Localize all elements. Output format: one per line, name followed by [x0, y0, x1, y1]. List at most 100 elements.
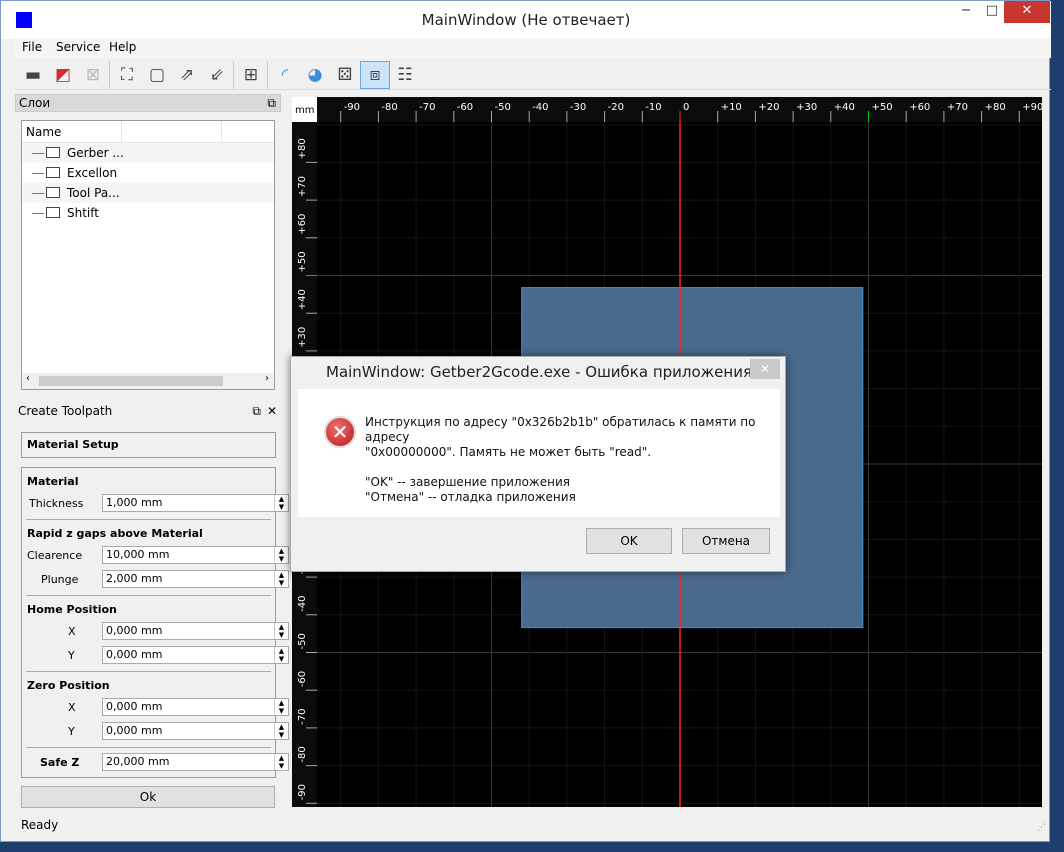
close-button[interactable]: ✕	[1004, 1, 1050, 23]
plunge-label: Plunge	[41, 573, 79, 586]
x-tick-label: +10	[721, 102, 742, 113]
toolpath-form: Material Thickness 1,000 mm ▲ ▼ Rapid z ga…	[21, 467, 289, 778]
x-tick-label: +30	[796, 102, 817, 113]
3d-view-button[interactable]: ⧈	[360, 61, 390, 89]
x-tick-label: -90	[344, 102, 360, 113]
properties-icon: ☷	[397, 65, 413, 85]
home-heading: Home Position	[27, 603, 117, 616]
zoom-fit-icon: ⛶	[121, 65, 133, 85]
drill-button[interactable]: ⚄	[330, 61, 360, 89]
x-tick-label: -60	[457, 102, 473, 113]
y-tick-label: +60	[297, 214, 308, 235]
tree-item-label: Shtift	[67, 206, 99, 220]
y-tick-label: -60	[297, 671, 308, 687]
zoom-all-icon: ▢	[148, 65, 166, 85]
y-tick-label: +80	[297, 138, 308, 159]
safez-input[interactable]: 20,000 mm ▲ ▼	[102, 753, 289, 771]
dialog-title: MainWindow: Getber2Gcode.exe - Ошибка пр…	[326, 363, 752, 381]
close-dock-icon[interactable]: ✕	[267, 403, 277, 419]
x-tick-label: -10	[645, 102, 661, 113]
float-icon[interactable]: ⧉	[267, 95, 276, 111]
dialog-close-button[interactable]: ✕	[750, 359, 780, 379]
zero-x-input[interactable]: 0,000 mm ▲ ▼	[102, 698, 289, 716]
x-tick-label: +50	[872, 102, 893, 113]
delete-button[interactable]: ⊠	[78, 61, 108, 89]
pocket-button[interactable]: ◕	[300, 61, 330, 89]
toolpath-dock-header: Create Toolpath ⧉ ✕	[15, 403, 281, 421]
delete-icon: ⊠	[85, 65, 101, 85]
folder-icon	[46, 207, 60, 218]
home-y-input[interactable]: 0,000 mm ▲ ▼	[102, 646, 289, 664]
menu-service[interactable]: Service	[56, 40, 100, 54]
tree-item[interactable]: Shtift	[22, 203, 274, 223]
x-tick-label: +40	[834, 102, 855, 113]
home-x-label: X	[68, 625, 76, 638]
zoom-out-button[interactable]: ⇙	[202, 61, 232, 89]
tree-item-label: Excellon	[67, 166, 118, 180]
scroll-thumb[interactable]	[39, 376, 223, 386]
x-tick-label: +60	[909, 102, 930, 113]
y-tick-label: +70	[297, 176, 308, 197]
clearance-label: Clearence	[27, 549, 83, 562]
select-all-icon: ⊞	[243, 65, 259, 85]
open-folder-icon: ▬	[24, 65, 42, 85]
tree-item[interactable]: Gerber ...	[22, 143, 274, 163]
y-tick-label: +30	[297, 327, 308, 348]
rapid-heading: Rapid z gaps above Material	[27, 527, 203, 540]
thickness-input[interactable]: 1,000 mm ▲ ▼	[102, 494, 289, 512]
dialog-message: Инструкция по адресу "0x326b2b1b" обрати…	[365, 415, 756, 504]
x-tick-label: -50	[495, 102, 511, 113]
zoom-all-button[interactable]: ▢	[142, 61, 172, 89]
drill-icon: ⚄	[337, 65, 353, 85]
status-text: Ready	[21, 818, 59, 832]
properties-button[interactable]: ☷	[390, 61, 420, 89]
tree-item[interactable]: Excellon	[22, 163, 274, 183]
x-tick-label: +80	[985, 102, 1006, 113]
pocket-icon: ◕	[307, 65, 323, 85]
dialog-ok-button[interactable]: OK	[586, 528, 672, 554]
home-y-label: Y	[68, 649, 75, 662]
arc-icon: ◜	[281, 65, 289, 85]
toolpath-title: Create Toolpath	[18, 404, 113, 418]
plunge-input[interactable]: 2,000 mm ▲ ▼	[102, 570, 289, 588]
horizontal-scrollbar[interactable]: ‹ ›	[22, 373, 274, 389]
arc-button[interactable]: ◜	[270, 61, 300, 89]
layers-tree: Name Gerber ... Excellon Tool Pa... Shtift …	[21, 120, 275, 390]
home-x-input[interactable]: 0,000 mm ▲ ▼	[102, 622, 289, 640]
close-file-icon: ◩	[54, 65, 72, 85]
menu-file[interactable]: File	[22, 40, 42, 54]
resize-grip-icon[interactable]: ⋰	[1037, 823, 1046, 833]
menu-help[interactable]: Help	[109, 40, 136, 54]
folder-icon	[46, 187, 60, 198]
float-icon[interactable]: ⧉	[252, 403, 261, 419]
scroll-right-icon[interactable]: ›	[265, 373, 269, 384]
y-tick-label: -70	[297, 709, 308, 725]
scroll-left-icon[interactable]: ‹	[26, 373, 30, 384]
tree-item-label: Tool Pa...	[67, 186, 120, 200]
x-tick-label: -40	[532, 102, 548, 113]
y-tick-label: -90	[297, 784, 308, 800]
y-tick-label: -40	[297, 595, 308, 611]
zero-y-label: Y	[68, 725, 75, 738]
y-tick-label: -80	[297, 746, 308, 762]
x-tick-label: -80	[381, 102, 397, 113]
clearance-input[interactable]: 10,000 mm ▲ ▼	[102, 546, 289, 564]
zero-y-input[interactable]: 0,000 mm ▲ ▼	[102, 722, 289, 740]
thickness-label: Thickness	[29, 497, 84, 510]
close-file-button[interactable]: ◩	[48, 61, 78, 89]
zoom-fit-button[interactable]: ⛶	[112, 61, 142, 89]
open-folder-button[interactable]: ▬	[18, 61, 48, 89]
3d-view-icon: ⧈	[369, 65, 381, 85]
dialog-cancel-button[interactable]: Отмена	[682, 528, 770, 554]
zoom-out-icon: ⇙	[209, 65, 225, 85]
zoom-in-button[interactable]: ⇗	[172, 61, 202, 89]
tree-item[interactable]: Tool Pa...	[22, 183, 274, 203]
select-all-button[interactable]: ⊞	[236, 61, 266, 89]
layers-title: Слои	[19, 96, 51, 110]
ok-button[interactable]: Ok	[21, 786, 275, 808]
dialog-body: ✕ Инструкция по адресу "0x326b2b1b" обра…	[298, 389, 780, 517]
maximize-button[interactable]: □	[977, 1, 1007, 23]
y-tick-label: -50	[297, 633, 308, 649]
column-name[interactable]: Name	[26, 125, 61, 139]
material-setup-header: Material Setup	[21, 432, 276, 458]
